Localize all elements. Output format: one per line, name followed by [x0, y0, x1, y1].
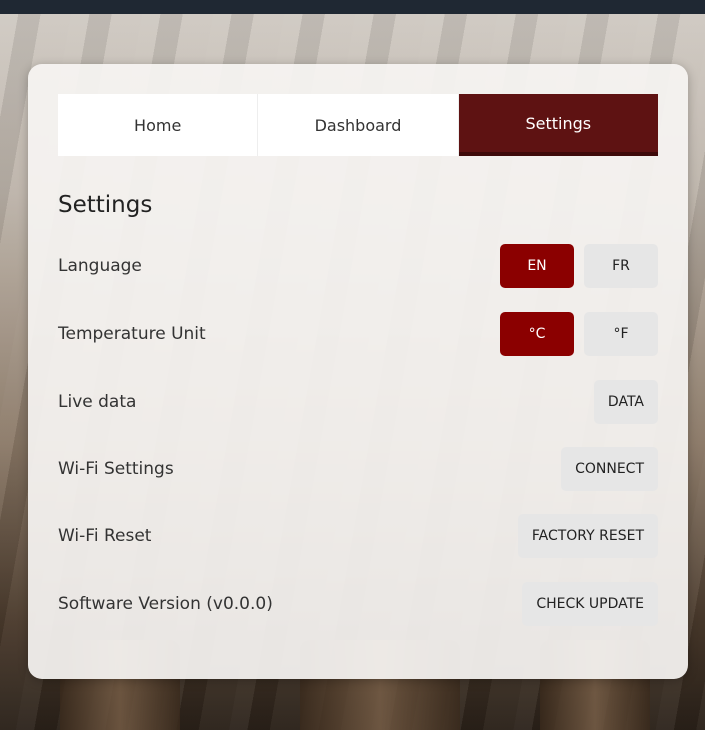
software-version-label: Software Version (v0.0.0) [58, 594, 273, 614]
check-update-button[interactable]: CHECK UPDATE [522, 582, 658, 626]
connect-button[interactable]: CONNECT [561, 447, 658, 491]
factory-reset-button[interactable]: FACTORY RESET [517, 514, 658, 558]
live-data-label: Live data [58, 392, 137, 412]
celsius-button[interactable]: °C [500, 312, 574, 356]
section-title: Settings [58, 192, 153, 218]
tab-settings[interactable]: Settings [458, 94, 658, 156]
tab-bar: Home Dashboard Settings [58, 94, 658, 156]
temperature-unit-label: Temperature Unit [58, 324, 206, 344]
window-top-bar [0, 0, 705, 14]
wifi-reset-label: Wi-Fi Reset [58, 526, 152, 546]
tab-dashboard[interactable]: Dashboard [258, 94, 459, 156]
language-row: Language EN FR [58, 244, 658, 288]
wifi-settings-row: Wi-Fi Settings CONNECT [58, 447, 658, 491]
live-data-row: Live data DATA [58, 380, 658, 424]
software-version-row: Software Version (v0.0.0) CHECK UPDATE [58, 582, 658, 626]
tab-home[interactable]: Home [58, 94, 259, 156]
temperature-row: Temperature Unit °C °F [58, 312, 658, 356]
language-label: Language [58, 256, 142, 276]
fahrenheit-button[interactable]: °F [584, 312, 658, 356]
data-button[interactable]: DATA [593, 380, 658, 424]
settings-card: Home Dashboard Settings Settings Languag… [28, 64, 688, 679]
language-en-button[interactable]: EN [500, 244, 574, 288]
language-fr-button[interactable]: FR [584, 244, 658, 288]
wifi-reset-row: Wi-Fi Reset FACTORY RESET [58, 514, 658, 558]
wifi-settings-label: Wi-Fi Settings [58, 459, 174, 479]
